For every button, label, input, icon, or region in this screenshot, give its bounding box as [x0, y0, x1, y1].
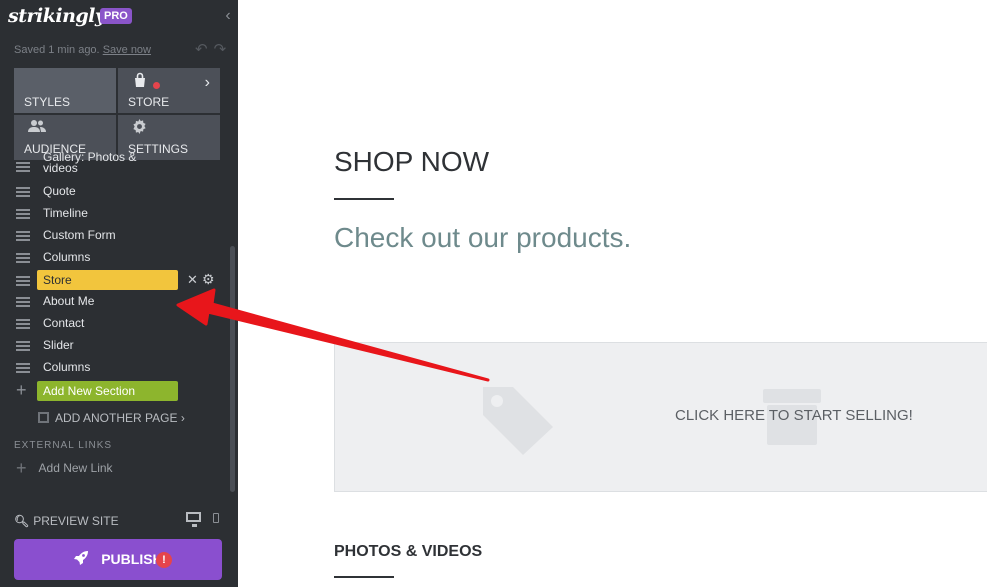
- strikingly-logo: strikingly: [8, 5, 106, 27]
- plus-icon[interactable]: +: [16, 380, 27, 401]
- redo-icon[interactable]: ↷: [214, 41, 227, 58]
- add-another-page-button[interactable]: ADD ANOTHER PAGE ›: [38, 411, 185, 425]
- add-new-section-button[interactable]: Add New Section: [37, 381, 178, 401]
- add-link-label: Add New Link: [38, 461, 113, 475]
- drag-handle-icon[interactable]: [16, 162, 30, 172]
- sidebar-footer: 🔍︎ PREVIEW SITE PUBLISH !: [0, 492, 238, 587]
- section-item-timeline[interactable]: Timeline: [0, 203, 230, 225]
- section-label: Quote: [43, 184, 76, 198]
- save-now-link[interactable]: Save now: [103, 44, 151, 56]
- add-new-link-button[interactable]: + Add New Link: [16, 458, 113, 479]
- heading-divider: [334, 576, 394, 578]
- rocket-icon: [73, 551, 101, 567]
- section-label: Timeline: [43, 206, 88, 220]
- undo-icon[interactable]: ↶: [195, 41, 208, 58]
- section-item-contact[interactable]: Contact: [0, 313, 230, 335]
- notification-dot: [153, 82, 160, 89]
- people-icon: [28, 119, 46, 136]
- collapse-sidebar-icon[interactable]: ‹: [221, 6, 235, 26]
- drag-handle-icon[interactable]: [16, 341, 30, 351]
- section-item-store[interactable]: Store ✕ ⚙: [0, 270, 230, 292]
- chevron-right-icon: ›: [180, 411, 185, 425]
- tab-store[interactable]: › STORE: [118, 68, 220, 113]
- section-item-slider[interactable]: Slider: [0, 335, 230, 357]
- section-item-columns[interactable]: Columns: [0, 247, 230, 269]
- heading-divider: [334, 198, 394, 200]
- store-placeholder[interactable]: CLICK HERE TO START SELLING!: [334, 342, 987, 492]
- section-label: Columns: [43, 360, 91, 374]
- chevron-right-icon[interactable]: ›: [205, 74, 210, 92]
- add-page-label: ADD ANOTHER PAGE: [55, 411, 178, 425]
- undo-redo: ↶ ↷: [189, 40, 226, 58]
- save-status: Saved 1 min ago. Save now: [14, 44, 151, 56]
- preview-label: PREVIEW SITE: [33, 514, 119, 528]
- section-label: Store: [37, 270, 178, 290]
- drag-handle-icon[interactable]: [16, 209, 30, 219]
- shopping-bag-icon: [132, 72, 148, 91]
- section-item-columns[interactable]: Columns: [0, 357, 230, 379]
- price-tag-icon: [481, 383, 555, 462]
- section-item-quote[interactable]: Quote: [0, 181, 230, 203]
- section-item-about-me[interactable]: About Me: [0, 291, 230, 313]
- tab-label: STYLES: [24, 95, 71, 109]
- save-status-text: Saved 1 min ago.: [14, 44, 100, 56]
- drag-handle-icon[interactable]: [16, 297, 30, 307]
- tab-label: STORE: [128, 95, 170, 109]
- drag-handle-icon[interactable]: [16, 363, 30, 373]
- gear-icon: [132, 119, 147, 137]
- publish-button[interactable]: PUBLISH !: [14, 539, 222, 580]
- section-label: Columns: [43, 250, 91, 264]
- section-label: Custom Form: [43, 228, 116, 242]
- close-icon[interactable]: ✕: [187, 272, 198, 288]
- plus-icon: +: [16, 458, 27, 478]
- search-icon: 🔍︎: [14, 514, 30, 528]
- editor-sidebar: strikingly PRO ‹ Saved 1 min ago. Save n…: [0, 0, 238, 587]
- sidebar-scrollbar[interactable]: [230, 246, 235, 492]
- section-label: Gallery: Photos & videos: [43, 150, 137, 175]
- preview-site-button[interactable]: 🔍︎ PREVIEW SITE: [14, 514, 119, 528]
- section-label: Contact: [43, 316, 85, 330]
- section-item-custom-form[interactable]: Custom Form: [0, 225, 230, 247]
- section-label: Slider: [43, 338, 74, 352]
- page-icon: [38, 412, 49, 423]
- drag-handle-icon[interactable]: [16, 187, 30, 197]
- pro-badge: PRO: [100, 8, 132, 24]
- mobile-icon[interactable]: [213, 513, 219, 523]
- tab-styles[interactable]: STYLES: [14, 68, 116, 113]
- add-section-row: + Add New Section: [0, 380, 230, 402]
- drag-handle-icon[interactable]: [16, 276, 30, 286]
- external-links-heading: EXTERNAL LINKS: [14, 440, 113, 451]
- gear-icon[interactable]: ⚙: [202, 271, 215, 288]
- alert-icon: !: [156, 552, 172, 568]
- start-selling-text: CLICK HERE TO START SELLING!: [675, 407, 913, 424]
- photos-videos-heading[interactable]: PHOTOS & VIDEOS: [334, 543, 482, 561]
- drag-handle-icon[interactable]: [16, 253, 30, 263]
- section-label: About Me: [43, 294, 95, 308]
- publish-label: PUBLISH: [101, 551, 163, 567]
- drag-handle-icon[interactable]: [16, 319, 30, 329]
- shop-subtitle[interactable]: Check out our products.: [334, 222, 631, 254]
- section-item-gallery[interactable]: Gallery: Photos & videos: [0, 151, 230, 178]
- shop-now-heading[interactable]: SHOP NOW: [334, 146, 489, 178]
- drag-handle-icon[interactable]: [16, 231, 30, 241]
- desktop-icon[interactable]: [186, 512, 201, 527]
